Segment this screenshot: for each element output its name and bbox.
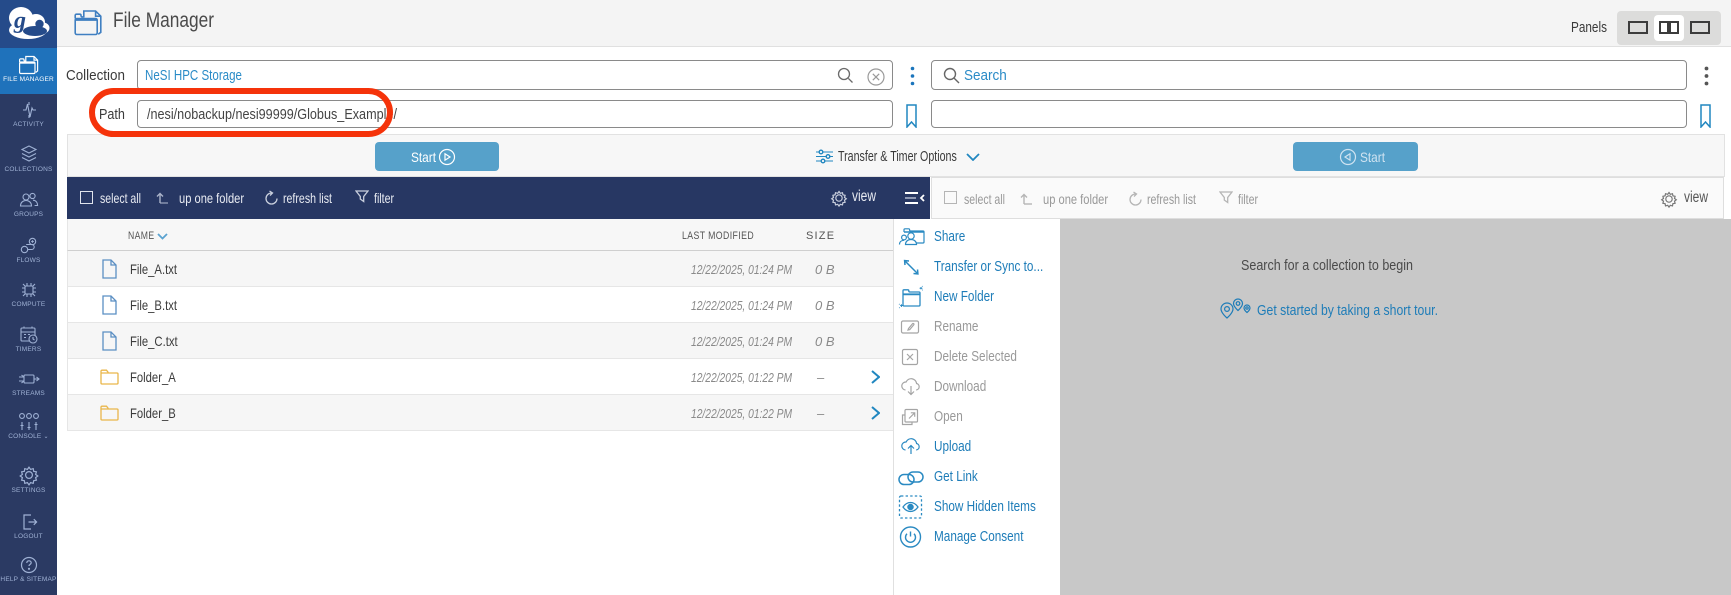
svg-text:g: g xyxy=(13,8,26,34)
